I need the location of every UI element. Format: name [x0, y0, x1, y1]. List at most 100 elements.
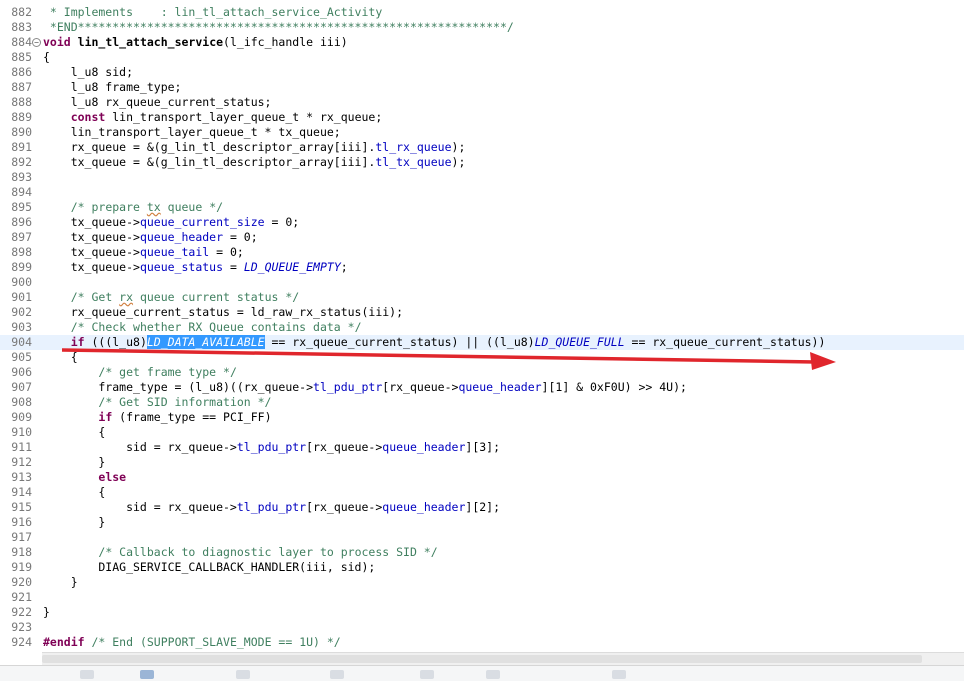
- code-line[interactable]: 899 tx_queue->queue_status = LD_QUEUE_EM…: [0, 260, 964, 275]
- view-tab-icon[interactable]: [612, 670, 626, 679]
- code-line[interactable]: 923: [0, 620, 964, 635]
- code-line[interactable]: 890 lin_transport_layer_queue_t * tx_que…: [0, 125, 964, 140]
- code-text[interactable]: /* Get rx queue current status */: [43, 290, 300, 305]
- code-line[interactable]: 898 tx_queue->queue_tail = 0;: [0, 245, 964, 260]
- code-line[interactable]: 885 {: [0, 50, 964, 65]
- code-line[interactable]: 897 tx_queue->queue_header = 0;: [0, 230, 964, 245]
- code-text[interactable]: }: [43, 575, 78, 590]
- line-number: 888: [11, 95, 32, 109]
- view-tab-icon[interactable]: [330, 670, 344, 679]
- line-number: 906: [11, 365, 32, 379]
- code-line[interactable]: 910 {: [0, 425, 964, 440]
- code-line[interactable]: 909 if (frame_type == PCI_FF): [0, 410, 964, 425]
- code-text[interactable]: /* Get SID information */: [43, 395, 271, 410]
- code-line[interactable]: 921: [0, 590, 964, 605]
- code-line[interactable]: 913 else: [0, 470, 964, 485]
- code-line[interactable]: 908 /* Get SID information */: [0, 395, 964, 410]
- code-text[interactable]: {: [43, 425, 105, 440]
- code-text[interactable]: sid = rx_queue->tl_pdu_ptr[rx_queue->que…: [43, 500, 500, 515]
- code-text[interactable]: tx_queue = &(g_lin_tl_descriptor_array[i…: [43, 155, 466, 170]
- view-tab-icon-active[interactable]: [140, 670, 154, 679]
- code-line[interactable]: 904 if (((l_u8)LD_DATA_AVAILABLE == rx_q…: [0, 335, 964, 350]
- code-line[interactable]: 887 l_u8 frame_type;: [0, 80, 964, 95]
- code-line[interactable]: 882 * Implements : lin_tl_attach_service…: [0, 5, 964, 20]
- code-line[interactable]: 889 const lin_transport_layer_queue_t * …: [0, 110, 964, 125]
- code-line[interactable]: 893: [0, 170, 964, 185]
- code-text[interactable]: l_u8 rx_queue_current_status;: [43, 95, 272, 110]
- code-line[interactable]: 907 frame_type = (l_u8)((rx_queue->tl_pd…: [0, 380, 964, 395]
- code-text[interactable]: tx_queue->queue_status = LD_QUEUE_EMPTY;: [43, 260, 348, 275]
- code-text[interactable]: /* Callback to diagnostic layer to proce…: [43, 545, 437, 560]
- code-line[interactable]: 886 l_u8 sid;: [0, 65, 964, 80]
- code-text[interactable]: tx_queue->queue_header = 0;: [43, 230, 258, 245]
- code-line[interactable]: 915 sid = rx_queue->tl_pdu_ptr[rx_queue-…: [0, 500, 964, 515]
- code-line[interactable]: 895 /* prepare tx queue */: [0, 200, 964, 215]
- view-tab-icon[interactable]: [80, 670, 94, 679]
- code-line[interactable]: 912 }: [0, 455, 964, 470]
- line-number: 912: [11, 455, 32, 469]
- code-text[interactable]: #endif /* End (SUPPORT_SLAVE_MODE == 1U)…: [43, 635, 341, 650]
- code-text[interactable]: l_u8 sid;: [43, 65, 133, 80]
- code-editor[interactable]: 882 * Implements : lin_tl_attach_service…: [0, 0, 964, 652]
- code-text[interactable]: void lin_tl_attach_service(l_ifc_handle …: [43, 35, 348, 50]
- code-line[interactable]: 917: [0, 530, 964, 545]
- code-text[interactable]: rx_queue_current_status = ld_raw_rx_stat…: [43, 305, 403, 320]
- code-line[interactable]: 903 /* Check whether RX Queue contains d…: [0, 320, 964, 335]
- code-line[interactable]: 891 rx_queue = &(g_lin_tl_descriptor_arr…: [0, 140, 964, 155]
- view-tab-icon[interactable]: [486, 670, 500, 679]
- code-text[interactable]: {: [43, 350, 78, 365]
- code-line[interactable]: 905 {: [0, 350, 964, 365]
- code-text[interactable]: tx_queue->queue_current_size = 0;: [43, 215, 300, 230]
- code-line[interactable]: 911 sid = rx_queue->tl_pdu_ptr[rx_queue-…: [0, 440, 964, 455]
- code-line[interactable]: 906 /* get frame type */: [0, 365, 964, 380]
- code-line[interactable]: 896 tx_queue->queue_current_size = 0;: [0, 215, 964, 230]
- code-text[interactable]: *END************************************…: [43, 20, 514, 35]
- code-text[interactable]: rx_queue = &(g_lin_tl_descriptor_array[i…: [43, 140, 466, 155]
- code-line[interactable]: 892 tx_queue = &(g_lin_tl_descriptor_arr…: [0, 155, 964, 170]
- view-tab-icon[interactable]: [420, 670, 434, 679]
- line-number: 882: [11, 5, 32, 19]
- code-line[interactable]: 919 DIAG_SERVICE_CALLBACK_HANDLER(iii, s…: [0, 560, 964, 575]
- code-line[interactable]: 901 /* Get rx queue current status */: [0, 290, 964, 305]
- code-text[interactable]: }: [43, 515, 105, 530]
- code-line[interactable]: 900: [0, 275, 964, 290]
- code-text[interactable]: /* Check whether RX Queue contains data …: [43, 320, 362, 335]
- code-line[interactable]: 924 #endif /* End (SUPPORT_SLAVE_MODE == …: [0, 635, 964, 650]
- scrollbar-thumb[interactable]: [42, 655, 922, 663]
- code-text[interactable]: /* prepare tx queue */: [43, 200, 223, 215]
- code-text[interactable]: if (frame_type == PCI_FF): [43, 410, 271, 425]
- code-text[interactable]: frame_type = (l_u8)((rx_queue->tl_pdu_pt…: [43, 380, 687, 395]
- fold-toggle-icon[interactable]: −: [32, 38, 41, 47]
- code-line[interactable]: 888 l_u8 rx_queue_current_status;: [0, 95, 964, 110]
- line-number: 910: [11, 425, 32, 439]
- code-text[interactable]: const lin_transport_layer_queue_t * rx_q…: [43, 110, 383, 125]
- code-line[interactable]: 922}: [0, 605, 964, 620]
- code-line[interactable]: 884− void lin_tl_attach_service(l_ifc_han…: [0, 35, 964, 50]
- line-number: 908: [11, 395, 32, 409]
- code-text[interactable]: * Implements : lin_tl_attach_service_Act…: [43, 5, 382, 20]
- line-number: 922: [11, 605, 32, 619]
- code-line[interactable]: 918 /* Callback to diagnostic layer to p…: [0, 545, 964, 560]
- code-text[interactable]: DIAG_SERVICE_CALLBACK_HANDLER(iii, sid);: [43, 560, 375, 575]
- code-text[interactable]: lin_transport_layer_queue_t * tx_queue;: [43, 125, 341, 140]
- code-text[interactable]: tx_queue->queue_tail = 0;: [43, 245, 244, 260]
- code-text[interactable]: l_u8 frame_type;: [43, 80, 182, 95]
- code-text[interactable]: if (((l_u8)LD_DATA_AVAILABLE == rx_queue…: [43, 335, 825, 350]
- code-text[interactable]: {: [43, 485, 105, 500]
- code-line[interactable]: 920 }: [0, 575, 964, 590]
- code-line[interactable]: 916 }: [0, 515, 964, 530]
- code-text[interactable]: }: [43, 605, 50, 620]
- code-text[interactable]: }: [43, 455, 105, 470]
- code-text[interactable]: {: [43, 50, 50, 65]
- horizontal-scrollbar[interactable]: [42, 652, 964, 665]
- code-text[interactable]: sid = rx_queue->tl_pdu_ptr[rx_queue->que…: [43, 440, 500, 455]
- code-line[interactable]: 902 rx_queue_current_status = ld_raw_rx_…: [0, 305, 964, 320]
- code-line[interactable]: 894: [0, 185, 964, 200]
- code-line[interactable]: 914 {: [0, 485, 964, 500]
- line-number: 891: [11, 140, 32, 154]
- code-text[interactable]: else: [43, 470, 126, 485]
- view-tab-icon[interactable]: [236, 670, 250, 679]
- code-text[interactable]: /* get frame type */: [43, 365, 236, 380]
- line-number: 899: [11, 260, 32, 274]
- code-line[interactable]: 883 *END********************************…: [0, 20, 964, 35]
